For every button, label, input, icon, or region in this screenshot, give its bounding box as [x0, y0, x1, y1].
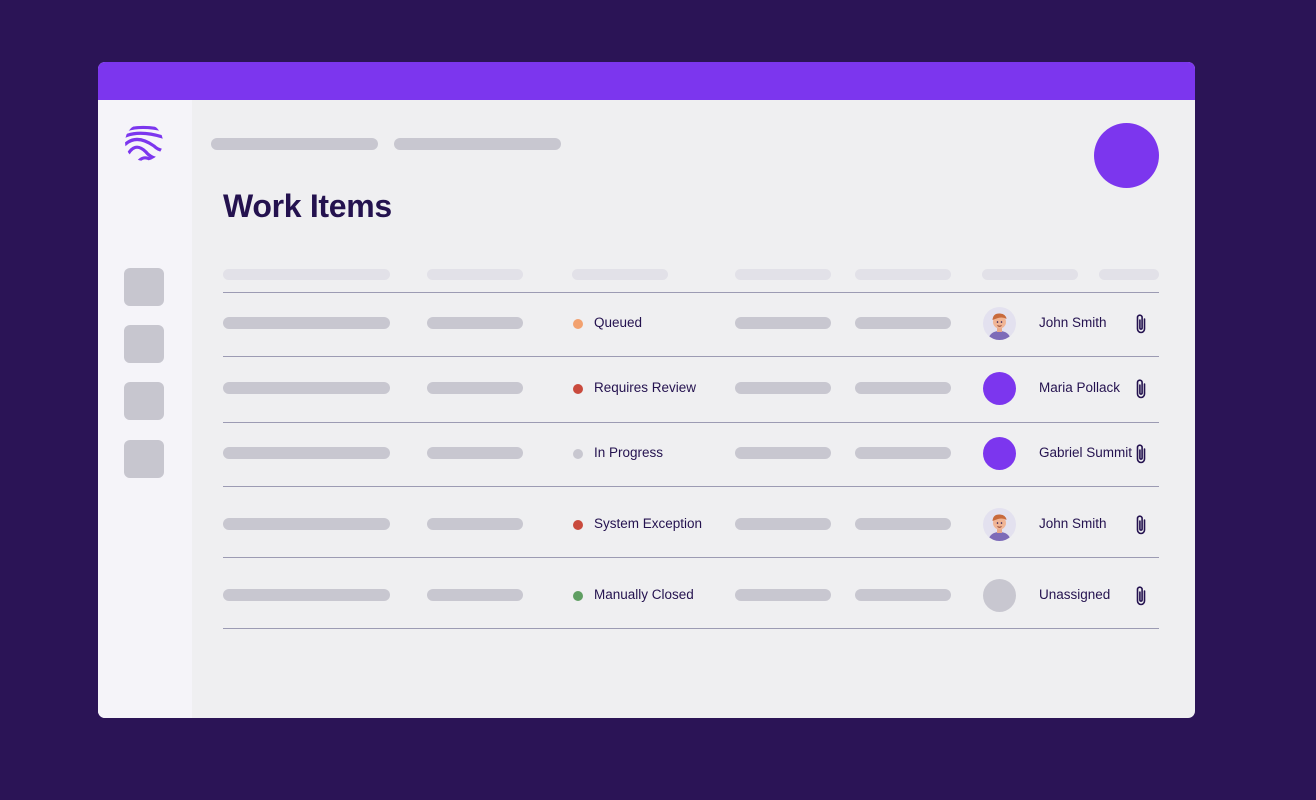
status-dot [573, 384, 583, 394]
assignee-avatar [983, 579, 1016, 612]
cell-placeholder [855, 317, 951, 329]
assignee-name: Unassigned [1039, 587, 1111, 602]
cell-placeholder [223, 447, 390, 459]
status-label: Queued [594, 315, 643, 330]
cell-placeholder [427, 317, 523, 329]
column-header-placeholder [982, 269, 1078, 280]
user-avatar[interactable] [1094, 123, 1159, 188]
cell-placeholder [855, 447, 951, 459]
main-content: Work Items Queued John Smith Requires Revi… [192, 100, 1195, 718]
paperclip-icon[interactable] [1134, 513, 1148, 537]
sidebar [98, 100, 192, 718]
cell-placeholder [735, 518, 831, 530]
status-label: In Progress [594, 445, 664, 460]
table-row[interactable]: In Progress Gabriel Summit [192, 433, 1195, 473]
cell-placeholder [223, 317, 390, 329]
cell-placeholder [427, 447, 523, 459]
assignee-avatar [983, 372, 1016, 405]
paperclip-icon[interactable] [1134, 377, 1148, 401]
breadcrumb-placeholder-1 [211, 138, 378, 150]
status-dot [573, 449, 583, 459]
column-header-placeholder [735, 269, 831, 280]
column-header-placeholder [855, 269, 951, 280]
page-title: Work Items [223, 188, 392, 224]
table-divider [223, 557, 1159, 558]
status-label: Manually Closed [594, 587, 694, 602]
status-dot [573, 520, 583, 530]
cell-placeholder [855, 382, 951, 394]
paperclip-icon[interactable] [1134, 312, 1148, 336]
paperclip-icon[interactable] [1134, 442, 1148, 466]
table-row[interactable]: Queued John Smith [192, 303, 1195, 343]
paperclip-icon[interactable] [1134, 584, 1148, 608]
sidebar-item-4[interactable] [124, 440, 164, 478]
assignee-name: John Smith [1039, 516, 1107, 531]
table-divider [223, 292, 1159, 293]
cell-placeholder [855, 589, 951, 601]
cell-placeholder [735, 589, 831, 601]
sidebar-item-3[interactable] [124, 382, 164, 420]
cell-placeholder [735, 447, 831, 459]
cell-placeholder [427, 382, 523, 394]
sidebar-item-2[interactable] [124, 325, 164, 363]
table-divider [223, 356, 1159, 357]
table-row[interactable]: Manually Closed Unassigned [192, 575, 1195, 615]
column-header-placeholder [1099, 269, 1159, 280]
breadcrumb-placeholder-2 [394, 138, 561, 150]
assignee-name: John Smith [1039, 315, 1107, 330]
cell-placeholder [735, 317, 831, 329]
cell-placeholder [223, 518, 390, 530]
status-dot [573, 591, 583, 601]
cell-placeholder [855, 518, 951, 530]
column-header-placeholder [572, 269, 668, 280]
logo-icon[interactable] [124, 122, 164, 162]
cell-placeholder [223, 382, 390, 394]
column-header-placeholder [427, 269, 523, 280]
table-divider [223, 628, 1159, 629]
status-label: Requires Review [594, 380, 697, 395]
table-row[interactable]: System Exception John Smith [192, 504, 1195, 544]
cell-placeholder [735, 382, 831, 394]
table-divider [223, 486, 1159, 487]
cell-placeholder [427, 518, 523, 530]
app-window: Work Items Queued John Smith Requires Revi… [98, 62, 1195, 718]
cell-placeholder [223, 589, 390, 601]
column-header-placeholder [223, 269, 390, 280]
table-row[interactable]: Requires Review Maria Pollack [192, 368, 1195, 408]
assignee-name: Maria Pollack [1039, 380, 1121, 395]
table-divider [223, 422, 1159, 423]
title-bar [98, 62, 1195, 100]
status-label: System Exception [594, 516, 703, 531]
assignee-avatar [983, 307, 1016, 340]
assignee-avatar [983, 437, 1016, 470]
assignee-avatar [983, 508, 1016, 541]
sidebar-item-1[interactable] [124, 268, 164, 306]
cell-placeholder [427, 589, 523, 601]
status-dot [573, 319, 583, 329]
assignee-name: Gabriel Summit [1039, 445, 1133, 460]
